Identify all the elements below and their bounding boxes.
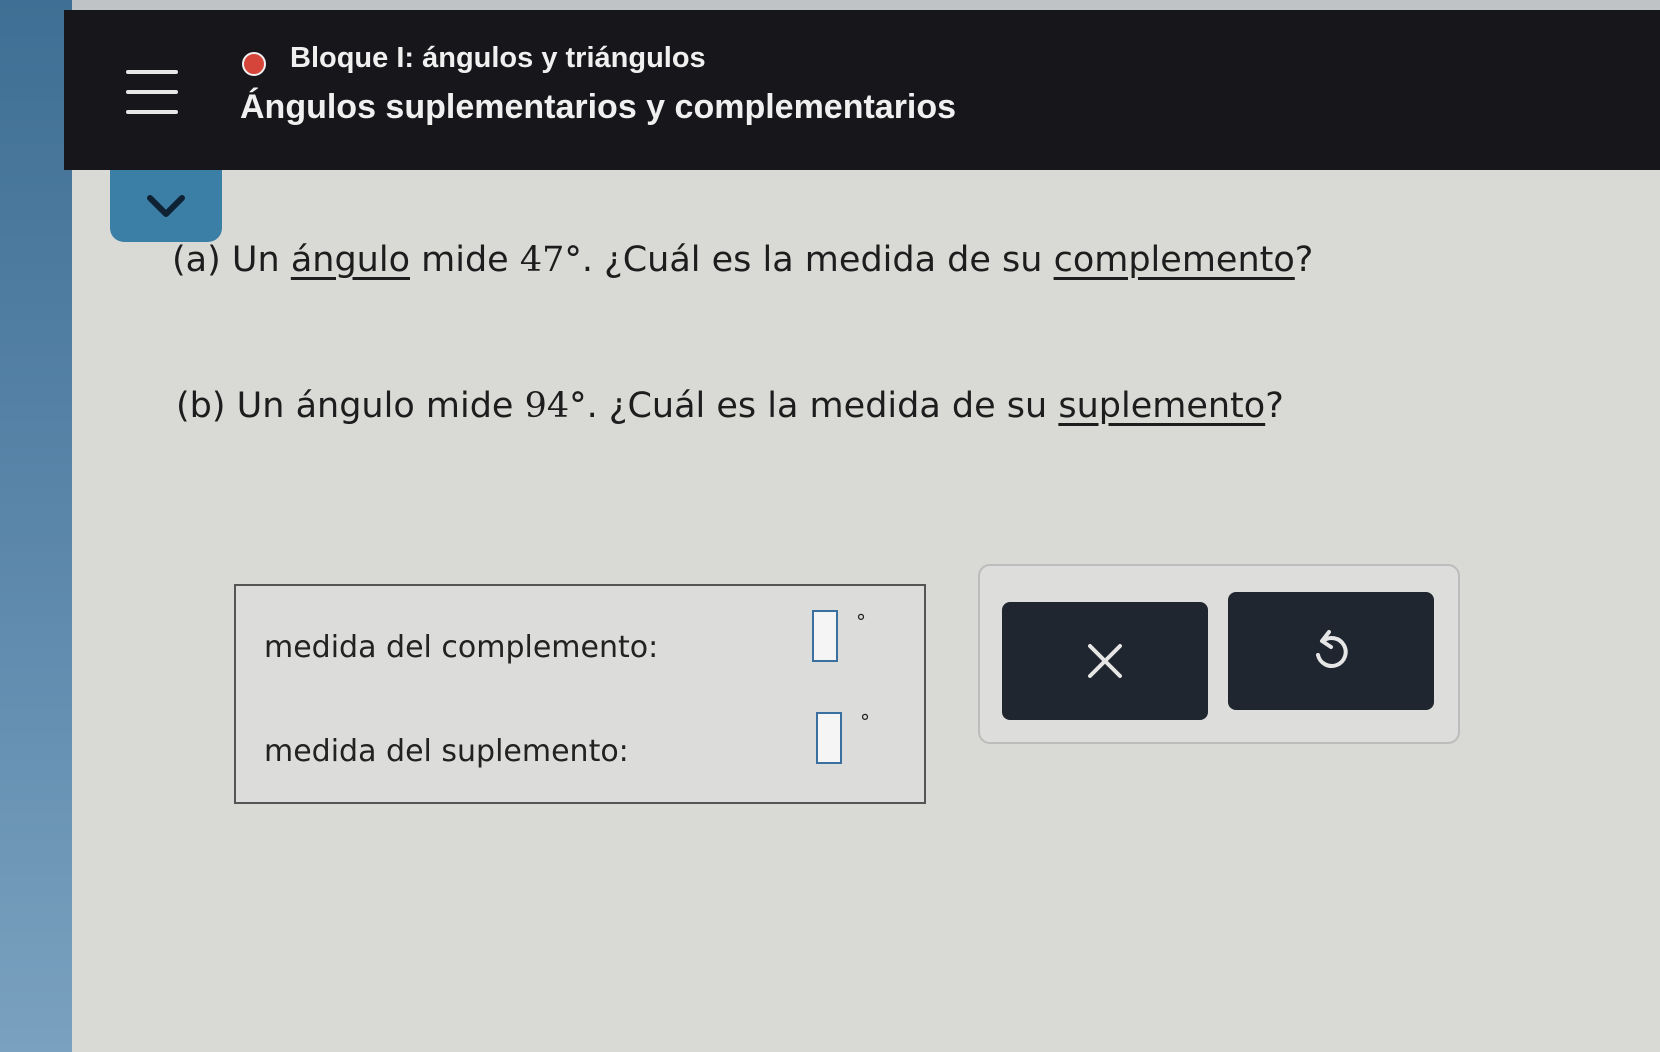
question-b-value: 94° xyxy=(524,386,587,426)
question-a-value: 47° xyxy=(519,240,582,280)
undo-button[interactable] xyxy=(1228,592,1434,710)
term-link-complement[interactable]: complemento xyxy=(1054,240,1295,280)
question-a: (a) Un ángulo mide 47°. ¿Cuál es la medi… xyxy=(172,240,1313,280)
close-icon xyxy=(1088,644,1122,678)
menu-icon[interactable] xyxy=(126,70,178,114)
question-a-label: (a) xyxy=(172,240,221,280)
supplement-label: medida del suplemento: xyxy=(264,734,629,769)
term-link-supplement[interactable]: suplemento xyxy=(1058,386,1265,426)
undo-icon xyxy=(1316,630,1348,668)
answer-tools-panel xyxy=(978,564,1460,744)
block-title: Bloque I: ángulos y triángulos xyxy=(290,42,706,74)
lesson-header: Bloque I: ángulos y triángulos Ángulos s… xyxy=(64,10,1660,170)
question-b-text: . ¿Cuál es la medida de su xyxy=(586,386,1059,426)
status-dot-icon xyxy=(242,52,266,76)
menu-icon-bar xyxy=(126,90,178,94)
supplement-input[interactable] xyxy=(816,712,842,764)
degree-symbol: ° xyxy=(860,710,870,734)
question-a-text: . ¿Cuál es la medida de su xyxy=(581,240,1054,280)
question-a-text: Un xyxy=(220,240,291,280)
complement-label: medida del complemento: xyxy=(264,630,659,665)
chevron-down-icon xyxy=(147,195,185,217)
question-a-text: ? xyxy=(1294,240,1314,280)
lesson-title: Ángulos suplementarios y complementarios xyxy=(240,88,957,126)
collapse-toggle-button[interactable] xyxy=(110,170,222,242)
question-b-text: ? xyxy=(1265,386,1284,426)
question-b-label: (b) xyxy=(176,386,226,426)
menu-icon-bar xyxy=(126,70,178,74)
complement-input[interactable] xyxy=(812,610,838,662)
question-b: (b) Un ángulo mide 94°. ¿Cuál es la medi… xyxy=(176,386,1284,426)
degree-symbol: ° xyxy=(856,610,866,634)
question-a-text: mide xyxy=(410,240,520,280)
left-sidebar-strip xyxy=(0,0,72,1052)
question-b-text: Un ángulo mide xyxy=(225,386,525,426)
answer-box: medida del complemento: ° medida del sup… xyxy=(234,584,926,804)
menu-icon-bar xyxy=(126,110,178,114)
term-link-angle[interactable]: ángulo xyxy=(291,240,410,280)
clear-button[interactable] xyxy=(1002,602,1208,720)
